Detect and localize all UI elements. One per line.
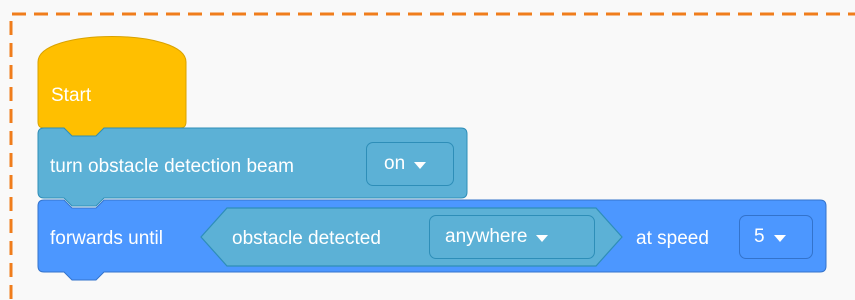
speed-dropdown[interactable]: 5 <box>739 215 813 259</box>
detection-zone-dropdown[interactable]: anywhere <box>429 215 595 259</box>
obstacle-detected-label: obstacle detected <box>232 228 381 249</box>
beam-state-value: on <box>384 153 406 174</box>
beam-block-label: turn obstacle detection beam <box>50 156 294 177</box>
caret-down-icon <box>773 234 786 242</box>
forwards-block-label: forwards until <box>50 228 163 249</box>
speed-label: at speed <box>636 228 709 249</box>
script-canvas[interactable]: Start turn obstacle detection beam on fo… <box>0 0 855 300</box>
caret-down-icon <box>536 234 549 242</box>
start-block-label: Start <box>51 85 92 106</box>
speed-value: 5 <box>754 226 765 247</box>
caret-down-icon <box>414 161 427 169</box>
beam-state-dropdown[interactable]: on <box>366 142 454 186</box>
detection-zone-value: anywhere <box>445 226 528 247</box>
